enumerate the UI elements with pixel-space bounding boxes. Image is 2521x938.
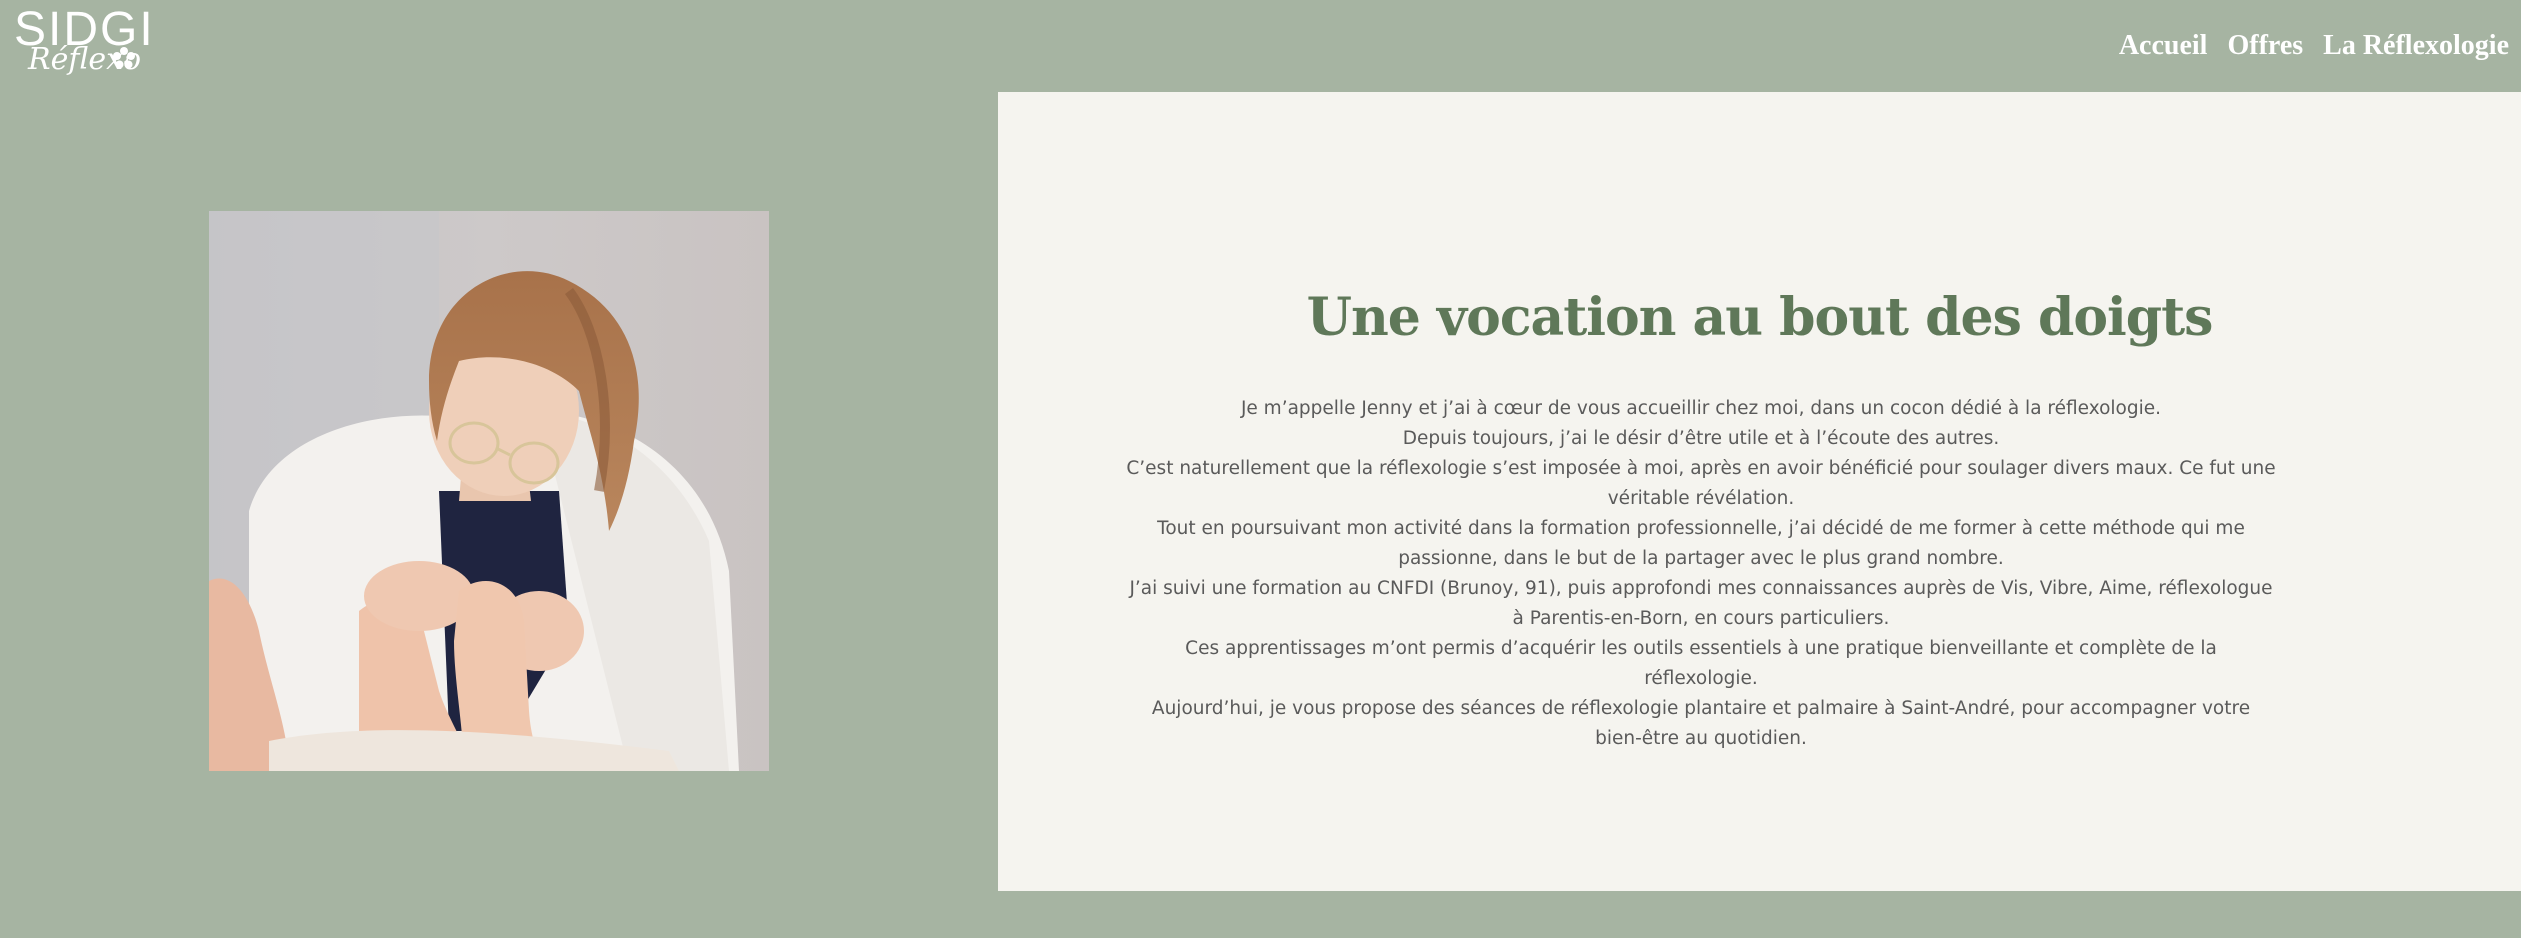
about-paragraph: Je m’appelle Jenny et j’ai à cœur de vou… — [1240, 398, 2162, 419]
page-title: Une vocation au bout des doigts — [1306, 286, 2214, 348]
about-paragraph: C’est naturellement que la réflexologie … — [1126, 458, 2276, 509]
site-header: SIDGI Réflexo Accueil Offres La Réflexol… — [0, 0, 2521, 92]
site-logo[interactable]: SIDGI Réflexo — [12, 4, 153, 86]
about-paragraph: Aujourd’hui, je vous propose des séances… — [1151, 698, 2251, 749]
nav-offres[interactable]: Offres — [2227, 28, 2303, 64]
about-paragraph: Tout en poursuivant mon activité dans la… — [1157, 518, 2245, 569]
nav-accueil[interactable]: Accueil — [2119, 28, 2208, 64]
practitioner-photo — [209, 211, 769, 771]
about-card: Une vocation au bout des doigts Je m’app… — [998, 92, 2521, 891]
about-paragraph: Ces apprentissages m’ont permis d’acquér… — [1185, 638, 2217, 689]
photo-illustration — [209, 211, 769, 771]
about-paragraph: Depuis toujours, j’ai le désir d’être ut… — [1402, 428, 2000, 449]
flower-icon — [113, 47, 135, 69]
nav-la-reflexologie[interactable]: La Réflexologie — [2323, 28, 2509, 64]
about-paragraph: J’ai suivi une formation au CNFDI (Bruno… — [1129, 578, 2273, 629]
main-nav: Accueil Offres La Réflexologie — [2119, 28, 2509, 64]
about-text: Je m’appelle Jenny et j’ai à cœur de vou… — [1126, 394, 2276, 754]
